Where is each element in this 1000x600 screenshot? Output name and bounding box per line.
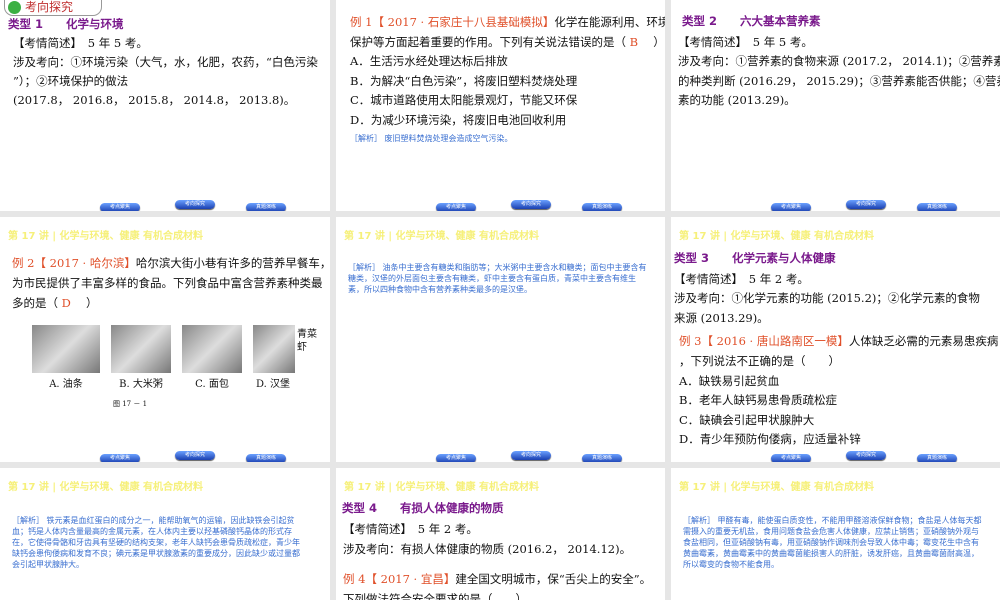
nav-focus-button[interactable]: 考点聚焦 [100, 203, 140, 211]
question-text: 为市民提供了丰富多样的食品。下列食品中富含营养素种类最 [12, 276, 323, 290]
question-text: 例 1【 2017 · 石家庄十八县基础模拟】化学在能源利用、环境 [350, 15, 665, 29]
answer: B [629, 35, 639, 49]
nav-explore-button[interactable]: 考向探究 [175, 200, 215, 209]
fried-dough-image [32, 325, 100, 373]
caption-b: B. 大米粥 [119, 379, 163, 390]
chapter-header: 第 17 讲 | 化学与环境、健康 有机合成材料 [344, 231, 539, 242]
label-vegetable: 青菜 [297, 329, 317, 340]
nav-explore-button[interactable]: 考向探究 [511, 200, 551, 209]
slide-5[interactable]: 第 17 讲 | 化学与环境、健康 有机合成材料 ［解析］ 油条中主要含有糖类和… [336, 217, 665, 462]
text-line: ”）；②环境保护的做法 [13, 74, 129, 88]
question-text: 例 4【 2017 · 宜昌】建全国文明城市，保“舌尖上的安全”。 [343, 572, 652, 586]
burger-image [253, 325, 295, 373]
nav-practice-button[interactable]: 真题演练 [917, 203, 957, 211]
nav-focus-button[interactable]: 考点聚焦 [436, 454, 476, 462]
slide-7[interactable]: 第 17 讲 | 化学与环境、健康 有机合成材料 ［解析］ 铁元素是血红蛋白的成… [0, 468, 330, 600]
text-line: 【考情简述】 5 年 2 考。 [674, 272, 809, 286]
rice-porridge-image [111, 325, 171, 373]
text-line: 的种类判断 (2016.29， 2015.29)；③营养素能否供能；④营养 [678, 74, 1000, 88]
analysis-text: ［解析］ 铁元素是血红蛋白的成分之一，能帮助氧气的运输，因此缺铁会引起贫血；钙是… [12, 516, 300, 569]
type-title: 类型 3 化学元素与人体健康 [674, 251, 836, 265]
chapter-header: 第 17 讲 | 化学与环境、健康 有机合成材料 [679, 231, 874, 242]
question-text: 下列做法符合安全要求的是（ ） [343, 592, 527, 600]
nav-explore-button[interactable]: 考向探究 [175, 451, 215, 460]
question-text: 多的是（ D ） [12, 296, 98, 310]
text-line: 涉及考向：①环境污染（大气，水，化肥，农药，“白色污染 [13, 55, 318, 69]
bread-image [182, 325, 242, 373]
label-shrimp: 虾 [297, 342, 307, 353]
type-title: 类型 1 化学与环境 [8, 17, 124, 31]
text-line: 涉及考向：①营养素的食物来源 (2017.2， 2014.1)；②营养素 [678, 54, 1000, 68]
answer: D [61, 296, 71, 310]
analysis-text: ［解析］ 油条中主要含有糖类和脂肪等；大米粥中主要含水和糖类；面包中主要含有糖类… [348, 263, 647, 294]
option-c: C．城市道路使用太阳能景观灯，节能又环保 [350, 93, 578, 107]
chapter-header: 第 17 讲 | 化学与环境、健康 有机合成材料 [679, 482, 874, 493]
question-text: 保护等方面起着重要的作用。下列有关说法错误的是（ B ） [350, 35, 665, 49]
text-line: 【考情简述】 5 年 5 考。 [678, 35, 813, 49]
text-line: 素的功能 (2013.29)。 [678, 93, 796, 107]
option-a: A．缺铁易引起贫血 [679, 374, 780, 388]
caption-a: A. 油条 [49, 379, 83, 390]
nav-practice-button[interactable]: 真题演练 [582, 203, 622, 211]
option-a: A．生活污水经处理达标后排放 [350, 54, 508, 68]
question-text: 例 2【 2017 · 哈尔滨】哈尔滨大街小巷有许多的营养早餐车， [12, 256, 330, 270]
analysis-text: ［解析］ 甲醛有毒，能使蛋白质变性，不能用甲醛溶液保鲜食物；食盐是人体每天都需摄… [683, 516, 982, 569]
slide-6[interactable]: 第 17 讲 | 化学与环境、健康 有机合成材料 类型 3 化学元素与人体健康 … [671, 217, 1000, 462]
text-line: 【考情简述】 5 年 2 考。 [343, 522, 478, 536]
text-line: 涉及考向：有损人体健康的物质 (2016.2， 2014.12)。 [343, 542, 632, 556]
slide-9[interactable]: 第 17 讲 | 化学与环境、健康 有机合成材料 ［解析］ 甲醛有毒，能使蛋白质… [671, 468, 1000, 600]
green-dot-icon [8, 1, 21, 14]
text-line: (2017.8， 2016.8， 2015.8， 2014.8， 2013.8)… [13, 93, 296, 107]
nav-practice-button[interactable]: 真题演练 [917, 454, 957, 462]
nav-practice-button[interactable]: 真题演练 [246, 203, 286, 211]
nav-focus-button[interactable]: 考点聚焦 [771, 454, 811, 462]
text-line: 来源 (2013.29)。 [674, 311, 769, 325]
type-title: 类型 4 有损人体健康的物质 [342, 501, 504, 515]
caption-c: C. 面包 [195, 379, 229, 390]
analysis-text: ［解析］ 废旧塑料焚烧处理会造成空气污染。 [350, 134, 513, 143]
nav-practice-button[interactable]: 真题演练 [582, 454, 622, 462]
chapter-header: 第 17 讲 | 化学与环境、健康 有机合成材料 [8, 482, 203, 493]
question-text: 例 3【 2016 · 唐山路南区一模】人体缺乏必需的元素易患疾病 [679, 334, 999, 348]
slide-4[interactable]: 第 17 讲 | 化学与环境、健康 有机合成材料 例 2【 2017 · 哈尔滨… [0, 217, 330, 462]
section-badge: 考向探究 [4, 0, 102, 16]
slide-8[interactable]: 第 17 讲 | 化学与环境、健康 有机合成材料 类型 4 有损人体健康的物质 … [336, 468, 665, 600]
chapter-header: 第 17 讲 | 化学与环境、健康 有机合成材料 [8, 231, 203, 242]
slide-2[interactable]: 例 1【 2017 · 石家庄十八县基础模拟】化学在能源利用、环境 保护等方面起… [336, 0, 665, 211]
slide-1[interactable]: 考向探究 类型 1 化学与环境 【考情简述】 5 年 5 考。 涉及考向：①环境… [0, 0, 330, 211]
figure-label: 图 17 － 1 [113, 400, 148, 408]
nav-focus-button[interactable]: 考点聚焦 [100, 454, 140, 462]
slide-3[interactable]: 类型 2 六大基本营养素 【考情简述】 5 年 5 考。 涉及考向：①营养素的食… [671, 0, 1000, 211]
text-line: 涉及考向：①化学元素的功能 (2015.2)；②化学元素的食物 [674, 291, 980, 305]
option-d: D．青少年预防佝偻病，应适量补锌 [679, 432, 861, 446]
type-title: 类型 2 六大基本营养素 [682, 14, 821, 28]
option-b: B．为解决“白色污染”，将废旧塑料焚烧处理 [350, 74, 578, 88]
nav-explore-button[interactable]: 考向探究 [846, 451, 886, 460]
nav-explore-button[interactable]: 考向探究 [846, 200, 886, 209]
option-c: C．缺碘会引起甲状腺肿大 [679, 413, 815, 427]
nav-explore-button[interactable]: 考向探究 [511, 451, 551, 460]
option-d: D．为减少环境污染，将废旧电池回收利用 [350, 113, 567, 127]
option-b: B．老年人缺钙易患骨质疏松症 [679, 393, 837, 407]
chapter-header: 第 17 讲 | 化学与环境、健康 有机合成材料 [344, 482, 539, 493]
question-text: ，下列说法不正确的是（ ） [679, 354, 840, 368]
nav-focus-button[interactable]: 考点聚焦 [771, 203, 811, 211]
nav-focus-button[interactable]: 考点聚焦 [436, 203, 476, 211]
caption-d: D. 汉堡 [255, 379, 291, 390]
text-line: 【考情简述】 5 年 5 考。 [13, 36, 148, 50]
nav-practice-button[interactable]: 真题演练 [246, 454, 286, 462]
